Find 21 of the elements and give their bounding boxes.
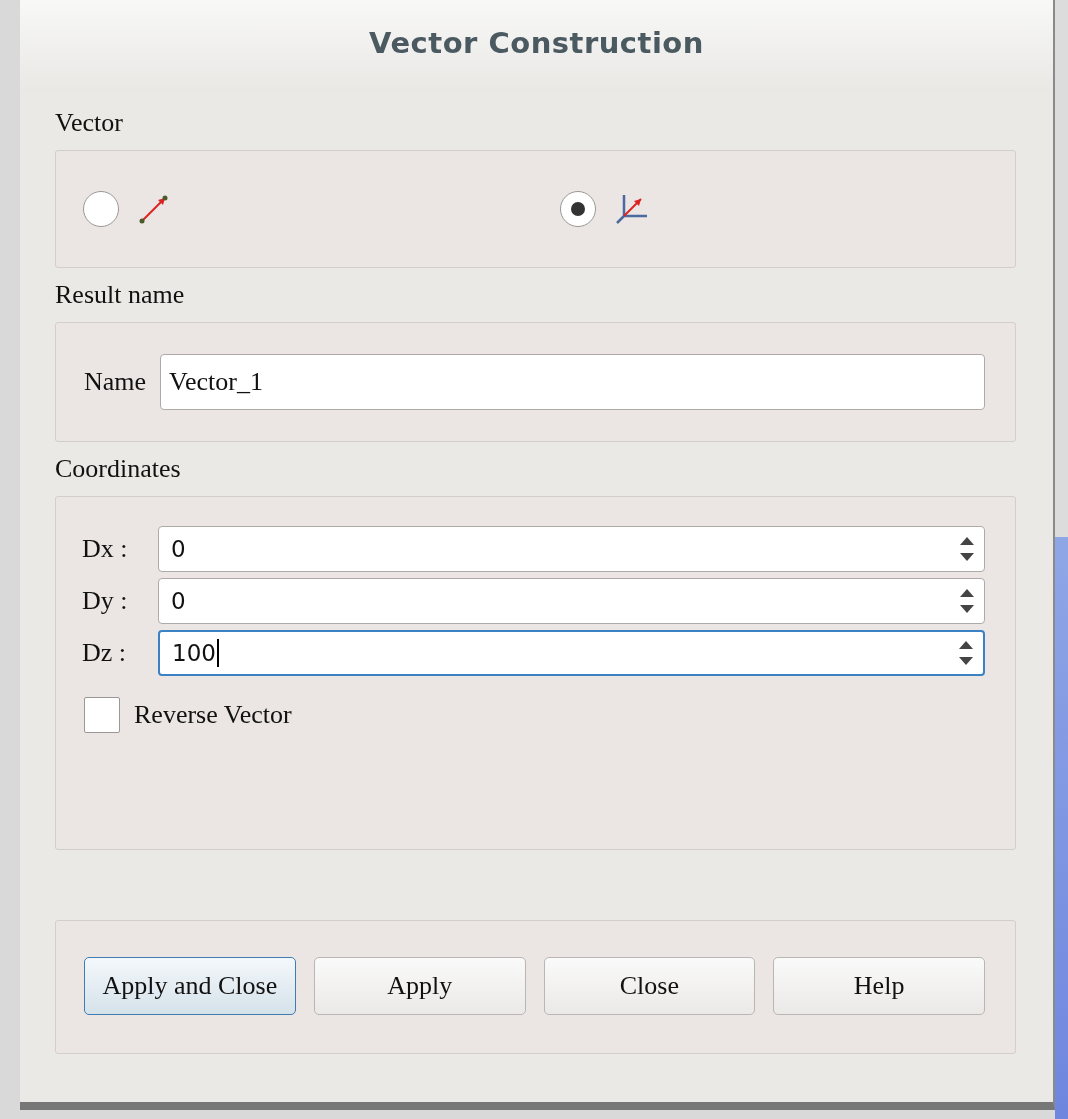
window-title: Vector Construction xyxy=(369,26,704,60)
field-label: Dz : xyxy=(81,638,128,668)
group-label: Vector xyxy=(55,108,123,139)
field-label: Dx : xyxy=(81,534,129,564)
dialog-button[interactable]: Help xyxy=(773,957,985,1015)
field-label: Dy : xyxy=(81,586,129,616)
checkbox[interactable] xyxy=(84,697,120,733)
radio-button[interactable] xyxy=(560,191,596,227)
axes-vector-icon xyxy=(614,192,650,226)
group-label: Result name xyxy=(55,280,185,311)
group-label: Coordinates xyxy=(55,454,181,485)
dialog-button[interactable]: Close xyxy=(543,957,756,1015)
radio-button[interactable] xyxy=(83,191,119,227)
field-label: Name xyxy=(84,367,147,397)
spin-field[interactable]: 0 xyxy=(158,578,985,624)
spin-field[interactable]: 100 xyxy=(158,630,985,676)
dialog-button[interactable]: Apply and Close xyxy=(84,957,296,1015)
checkbox-label: Reverse Vector xyxy=(134,700,292,730)
spin-field[interactable]: 0 xyxy=(158,526,985,572)
dialog-button[interactable]: Apply xyxy=(313,957,526,1015)
name-field[interactable]: Vector_1 xyxy=(160,354,985,410)
